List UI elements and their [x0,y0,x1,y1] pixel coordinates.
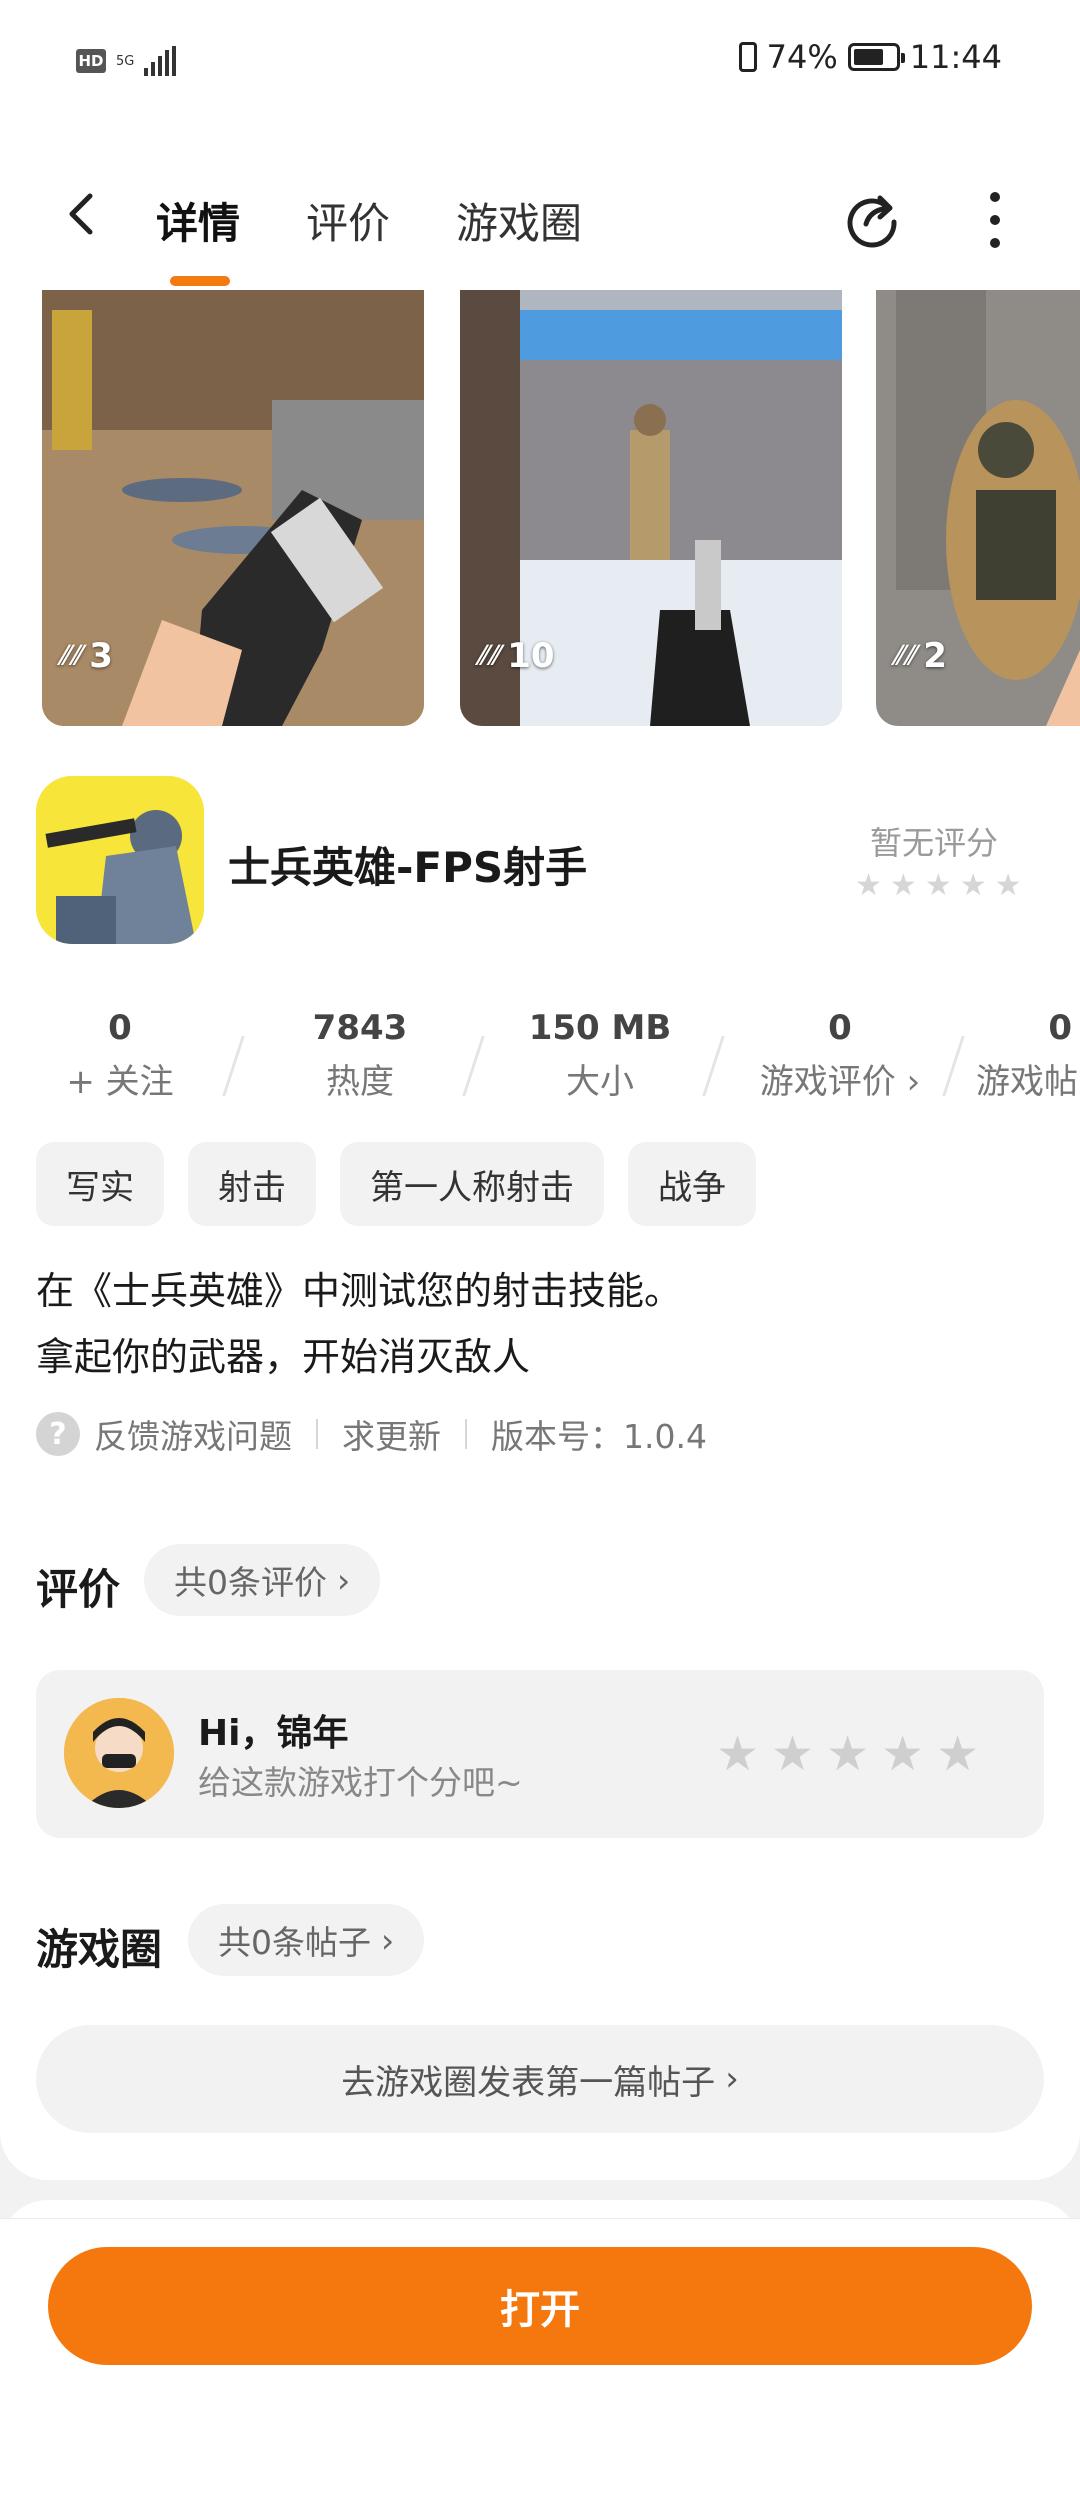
star-icon[interactable]: ★ [936,1730,979,1778]
screenshot-1[interactable]: ⫽⫽ 3 [42,290,424,726]
star-icon: ★ [994,868,1022,903]
back-arrow-icon[interactable] [60,192,104,236]
tab-details[interactable]: 详情 [156,190,240,251]
divider [316,1419,318,1449]
battery-percent: 74% [766,38,838,76]
feedback-link[interactable]: 反馈游戏问题 [94,1410,292,1458]
star-icon: ★ [855,868,882,903]
stat-size: 150 MB 大小 [528,1008,672,1102]
posts-count-pill[interactable]: 共0条帖子 › [188,1904,425,1976]
meta-row: ? 反馈游戏问题 求更新 版本号：1.0.4 [36,1410,707,1458]
stat-game-reviews[interactable]: 0 游戏评价 › [730,1008,950,1103]
divider [465,1419,467,1449]
game-circle-title: 游戏圈 [36,1925,163,1974]
reviews-count-pill[interactable]: 共0条评价 › [144,1544,381,1616]
stats-row: 0 + 关注 7843 热度 150 MB 大小 0 游戏评价 › 0 游戏帖 [0,1008,1080,1118]
rating-stars: ★ ★ ★ ★ ★ [855,868,1022,903]
app-icon [36,776,204,944]
reviews-title: 评价 [36,1565,121,1614]
tag-list: 写实 射击 第一人称射击 战争 [36,1142,756,1226]
status-left: HD 5G [76,46,177,76]
signal-icon [144,46,177,76]
image-stack-icon: ⫽⫽ [474,640,506,671]
tag-shooting[interactable]: 射击 [188,1142,316,1226]
star-icon[interactable]: ★ [826,1730,869,1778]
more-options-icon[interactable] [980,192,1010,248]
battery-icon [847,43,905,71]
chevron-right-icon: › [725,2059,739,2099]
chevron-right-icon: › [337,1560,351,1600]
rate-prompt-box: Hi，锦年 给这款游戏打个分吧~ ★ ★ ★ ★ ★ [36,1670,1044,1838]
rating-input-stars[interactable]: ★ ★ ★ ★ ★ [716,1730,979,1778]
star-icon: ★ [889,868,917,903]
vibrate-icon [738,42,757,72]
status-bar: HD 5G 74% 11:44 [0,0,1080,130]
image-count-badge: ⫽⫽ 10 [474,636,555,676]
version-text: 版本号：1.0.4 [491,1417,707,1456]
greeting: Hi，锦年 [198,1713,349,1754]
bottom-bar: 打开 [0,2218,1080,2389]
tag-realistic[interactable]: 写实 [36,1142,164,1226]
app-name: 士兵英雄-FPS射手 [228,843,588,892]
stat-popularity: 7843 热度 [312,1008,408,1102]
question-icon: ? [36,1412,80,1456]
star-icon: ★ [924,868,952,903]
image-count-badge: ⫽⫽ 3 [56,636,113,676]
star-icon[interactable]: ★ [881,1730,924,1778]
first-post-button[interactable]: 去游戏圈发表第一篇帖子 › [36,2025,1044,2133]
rating-text: 暂无评分 [870,824,999,862]
network-type: 5G [116,53,135,69]
image-count-badge: ⫽⫽ 2 [890,636,947,676]
tab-reviews[interactable]: 评价 [306,190,390,251]
star-icon[interactable]: ★ [716,1730,759,1778]
request-update-link[interactable]: 求更新 [342,1410,441,1458]
open-button[interactable]: 打开 [48,2247,1032,2365]
active-tab-indicator [170,276,230,286]
image-stack-icon: ⫽⫽ [890,640,922,671]
star-icon: ★ [959,868,987,903]
screenshot-3[interactable]: ⫽⫽ 2 [876,290,1080,726]
detail-card: ⫽⫽ 3 ⫽⫽ 10 ⫽⫽ 2 士兵英雄-FPS射手 暂无评分 ★ ★ ★ ★ … [0,290,1080,2180]
chevron-right-icon: › [381,1920,395,1960]
star-icon[interactable]: ★ [771,1730,814,1778]
rating-prompt: 给这款游戏打个分吧~ [198,1763,523,1802]
app-description: 在《士兵英雄》中测试您的射击技能。 拿起你的武器，开始消灭敌人 [36,1269,683,1379]
status-right: 74% 11:44 [738,38,1002,76]
share-icon[interactable] [842,188,902,248]
tab-game-circle[interactable]: 游戏圈 [456,190,582,251]
stat-follow[interactable]: 0 + 关注 [10,1008,230,1103]
avatar [64,1698,174,1808]
image-stack-icon: ⫽⫽ [56,640,88,671]
stat-game-posts[interactable]: 0 游戏帖 [966,1008,1080,1103]
screenshot-2[interactable]: ⫽⫽ 10 [460,290,842,726]
tag-fps[interactable]: 第一人称射击 [340,1142,604,1226]
hd-icon: HD [76,49,106,73]
clock: 11:44 [909,38,1002,76]
top-nav: 详情 评价 游戏圈 [0,130,1080,291]
tag-war[interactable]: 战争 [628,1142,756,1226]
